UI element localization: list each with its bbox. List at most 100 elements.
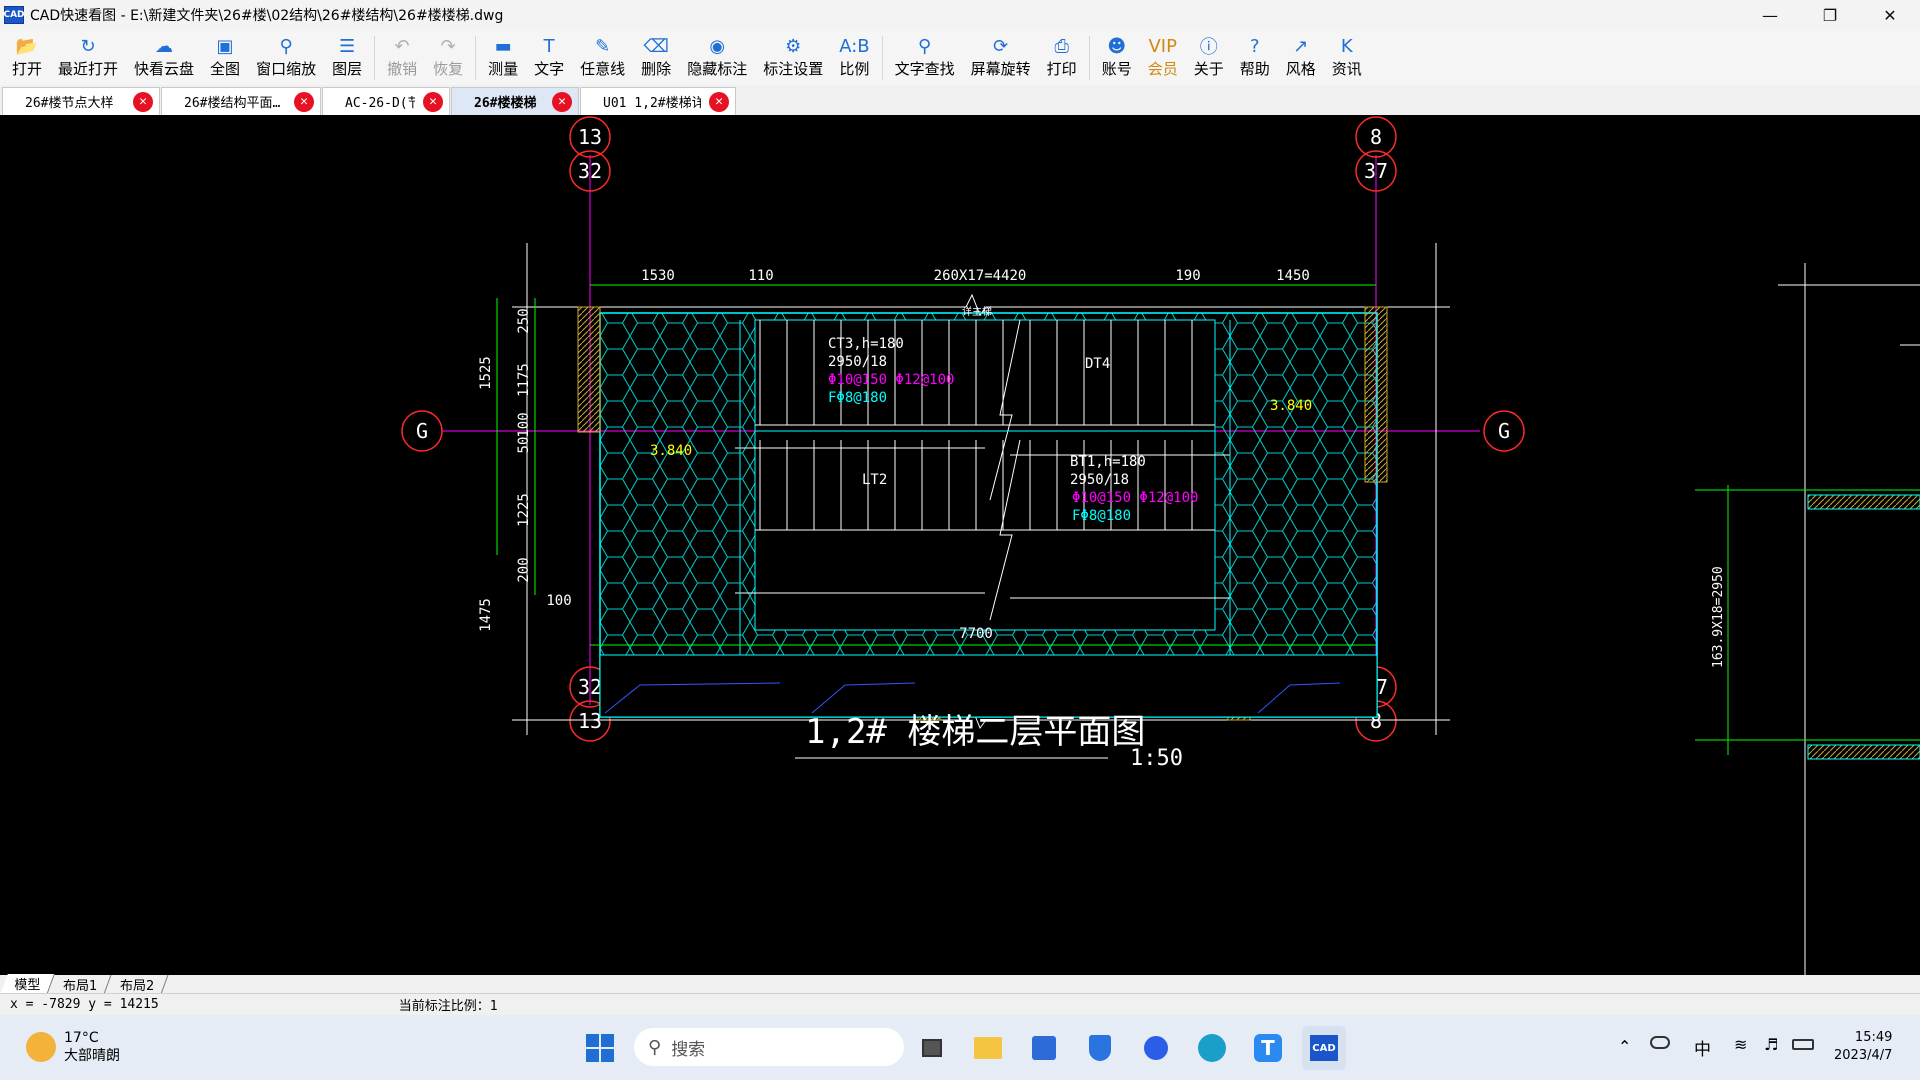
onedrive-icon[interactable] [1650, 1036, 1670, 1049]
toolbar-separator [475, 36, 477, 80]
tencent-app-icon[interactable]: T [1246, 1026, 1290, 1070]
toolbar-button[interactable]: ? 帮助 [1232, 30, 1278, 79]
drawing-canvas[interactable]: 13 32 8 37 32 13 37 8 G G [0, 115, 1920, 975]
taskbar-search[interactable]: ⚲ 搜索 [634, 1028, 904, 1066]
toolbar-button[interactable]: ⌫ 删除 [633, 30, 679, 79]
tray-chevron-icon[interactable]: ⌃ [1618, 1037, 1631, 1056]
toolbar-button-label: 全图 [210, 60, 241, 78]
windows-icon [586, 1034, 614, 1062]
toolbar-button[interactable]: VIP 会员 [1140, 30, 1186, 79]
dim-text: 1225 [516, 493, 532, 527]
taskbar: 17°C 大部晴朗 ⚲ 搜索 T CAD ⌃ 中 ≋ ♬ 15:49 2023/… [0, 1015, 1920, 1080]
weather-widget[interactable]: 17°C 大部晴朗 [64, 1029, 120, 1065]
label-ct3: CT3,h=180 [828, 336, 904, 352]
clock[interactable]: 15:49 2023/4/7 [1834, 1029, 1892, 1065]
document-tab[interactable]: U01 1,2#楼梯详图 ✕ [580, 87, 736, 115]
toolbar-button[interactable]: ☁ 快看云盘 [126, 30, 202, 79]
printer-icon: ⎙ [1054, 35, 1069, 57]
tab-close-icon[interactable]: ✕ [552, 91, 572, 112]
toolbar-button-label: 关于 [1193, 60, 1224, 78]
tab-close-icon[interactable]: ✕ [709, 91, 729, 112]
toolbar-button[interactable]: ☻ 账号 [1094, 30, 1140, 79]
tab-label: AC-26-D(节点详… [345, 96, 415, 111]
document-tab[interactable]: 26#楼楼梯 ✕ [451, 87, 579, 115]
document-tab[interactable]: AC-26-D(节点详… ✕ [322, 87, 450, 115]
label-bt1: BT1,h=180 [1070, 454, 1146, 470]
cloud-icon: ☁ [155, 35, 174, 57]
layout-tab[interactable]: 模型 [0, 973, 55, 995]
toolbar-button[interactable]: ⎙ 打印 [1039, 30, 1085, 79]
toolbar-button[interactable]: ▣ 全图 [202, 30, 248, 79]
close-icon[interactable]: ✕ [1860, 0, 1920, 30]
pen-icon: ✎ [595, 35, 611, 57]
toolbar-button[interactable]: T 文字 [526, 30, 572, 79]
toolbar-button[interactable]: ↗ 风格 [1278, 30, 1324, 79]
baidu-icon[interactable] [1134, 1026, 1178, 1070]
grid-label: G [1498, 419, 1510, 443]
document-tab[interactable]: 26#楼结构平面… ✕ [161, 87, 321, 115]
task-view-icon[interactable] [910, 1026, 954, 1070]
rotate-screen-icon: ⟳ [993, 35, 1009, 57]
tab-close-icon[interactable]: ✕ [294, 91, 314, 112]
weather-temp: 17°C [64, 1030, 99, 1046]
stair-plan [577, 306, 1388, 721]
document-tab[interactable]: 26#楼节点大样 ✕ [2, 87, 160, 115]
tab-label: 26#楼楼梯 [474, 96, 537, 111]
toolbar-button[interactable]: ◉ 隐藏标注 [679, 30, 755, 79]
window-title: CAD快速看图 - E:\新建文件夹\26#楼\02结构\26#楼结构\26#楼… [30, 8, 504, 24]
toolbar-button-label: 撤销 [387, 60, 418, 78]
scale-status: 当前标注比例：1 [398, 999, 498, 1014]
toolbar-button[interactable]: ↷ 恢复 [425, 30, 471, 79]
dim-text: 250 [516, 308, 532, 333]
search-icon: ⚲ [648, 1036, 662, 1058]
wifi-icon[interactable]: ≋ [1734, 1035, 1747, 1054]
drawing-title: 1,2# 楼梯二层平面图 1:50 [795, 712, 1183, 771]
toolbar-button[interactable]: ✎ 任意线 [572, 30, 633, 79]
toolbar-button[interactable]: ⟳ 屏幕旋转 [963, 30, 1039, 79]
cad-drawing: 13 32 8 37 32 13 37 8 G G [401, 116, 1920, 975]
clock-date: 2023/4/7 [1834, 1048, 1893, 1063]
toolbar-button[interactable]: ▬ 测量 [480, 30, 526, 79]
tab-close-icon[interactable]: ✕ [423, 91, 443, 112]
cad-viewer-taskbar-icon[interactable]: CAD [1302, 1026, 1346, 1070]
vip-icon: VIP [1148, 35, 1177, 57]
toolbar-button[interactable]: ⓘ 关于 [1186, 30, 1232, 79]
toolbar-button[interactable]: ↻ 最近打开 [50, 30, 126, 79]
weather-icon[interactable] [26, 1032, 56, 1062]
toolbar-button[interactable]: ⚲ 文字查找 [887, 30, 963, 79]
help-icon: ? [1249, 35, 1260, 57]
grid-label: 32 [578, 675, 602, 699]
toolbar-button[interactable]: ⚲ 窗口缩放 [248, 30, 324, 79]
store-icon[interactable] [1022, 1026, 1066, 1070]
toolbar-button-label: 风格 [1285, 60, 1316, 78]
layout-tab[interactable]: 布局2 [106, 974, 170, 994]
grid-label: 37 [1364, 159, 1388, 183]
toolbar-button-label: 文字 [534, 60, 565, 78]
volume-icon[interactable]: ♬ [1764, 1035, 1778, 1054]
dim-text: 190 [1175, 268, 1200, 284]
file-explorer-icon[interactable] [966, 1026, 1010, 1070]
restore-icon[interactable]: ❐ [1800, 0, 1860, 30]
text-search-icon: ⚲ [918, 35, 932, 57]
toolbar-button[interactable]: ⚙ 标注设置 [755, 30, 831, 79]
title-bar: CAD CAD快速看图 - E:\新建文件夹\26#楼\02结构\26#楼结构\… [0, 0, 1920, 30]
ime-indicator[interactable]: 中 [1694, 1035, 1711, 1060]
toolbar-button[interactable]: ☰ 图层 [324, 30, 370, 79]
toolbar-button[interactable]: K 资讯 [1324, 30, 1370, 79]
layout-tab[interactable]: 布局1 [49, 974, 112, 994]
dim-text: 100 [546, 593, 571, 609]
toolbar-button[interactable]: A:B 比例 [831, 30, 877, 79]
toolbar-button[interactable]: ↶ 撤销 [379, 30, 425, 79]
toolbar-button[interactable]: 📂 打开 [4, 30, 50, 79]
start-button[interactable] [578, 1026, 622, 1070]
grid-label: 13 [578, 709, 602, 733]
label-ct3-rebar: Φ10@150 Φ12@100 [828, 372, 954, 388]
security-icon[interactable] [1078, 1026, 1122, 1070]
battery-icon[interactable] [1792, 1039, 1814, 1050]
minimize-icon[interactable]: — [1740, 0, 1800, 30]
dim-text: 1530 [641, 268, 675, 284]
tab-close-icon[interactable]: ✕ [133, 91, 153, 112]
dim-text: 1475 [478, 598, 494, 632]
scale-text: 1:50 [1130, 746, 1183, 771]
edge-icon[interactable] [1190, 1026, 1234, 1070]
